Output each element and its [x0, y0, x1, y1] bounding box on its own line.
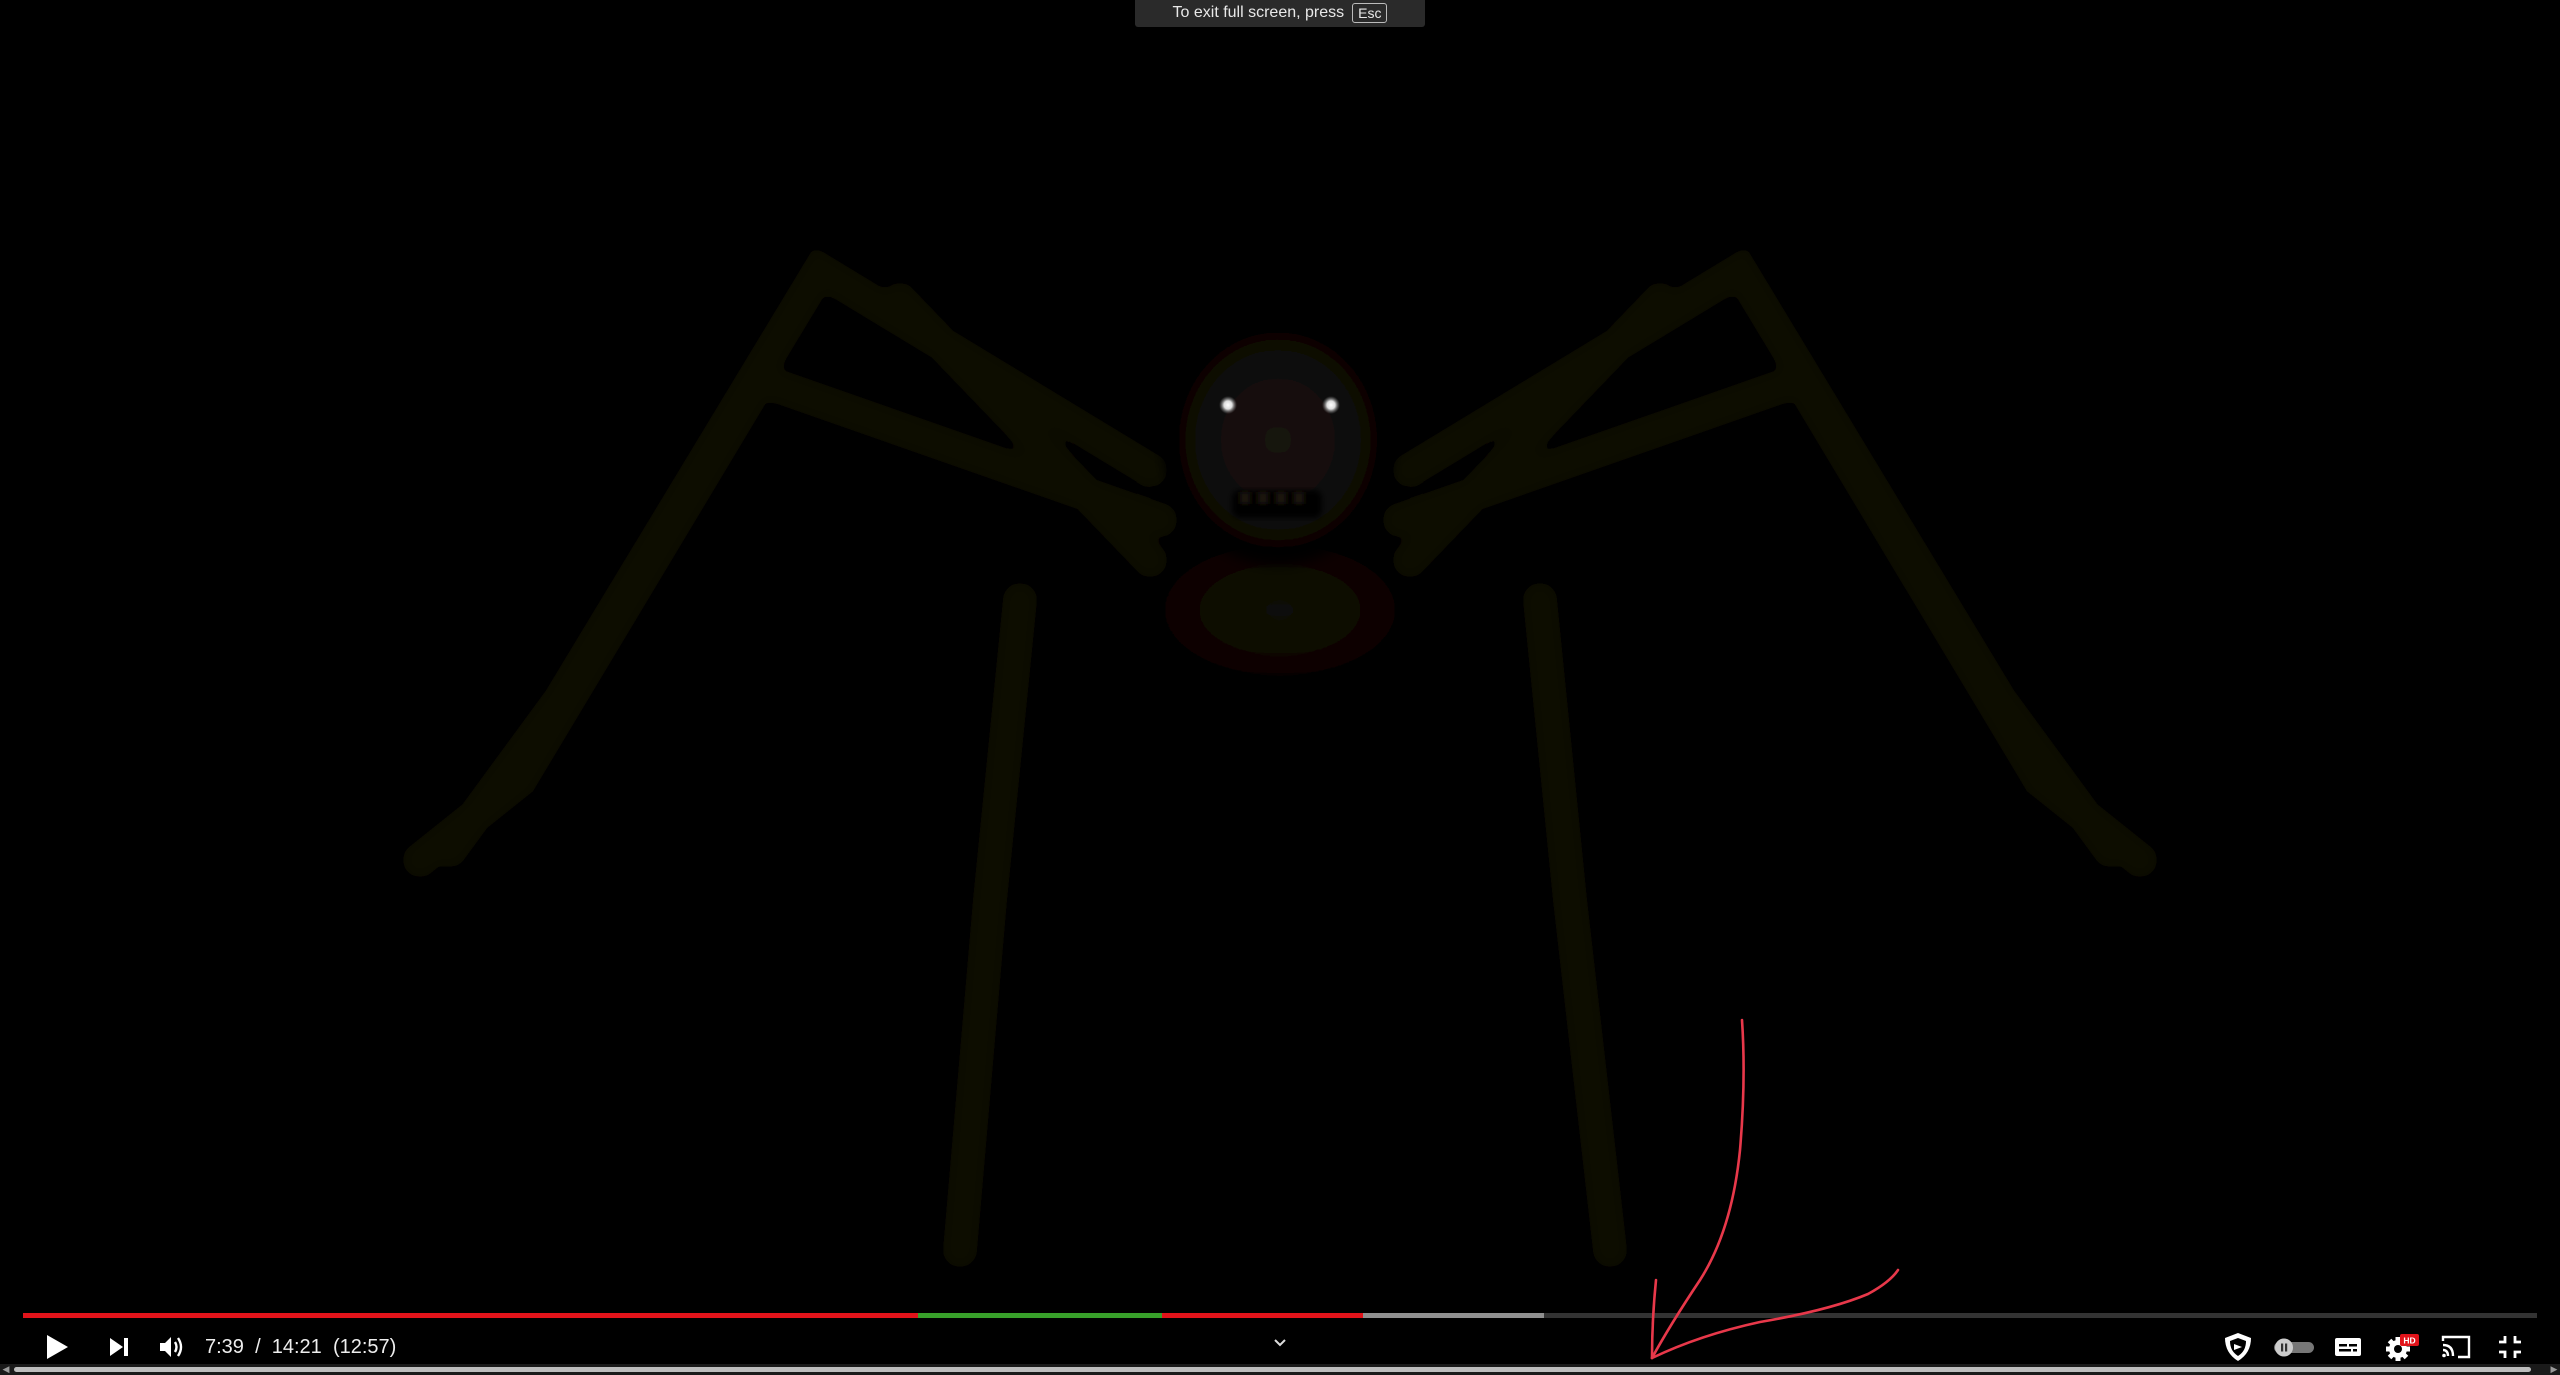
player-controls: 7:39 / 14:21 (12:57) HD	[0, 1325, 2560, 1369]
subtitles-button[interactable]	[2324, 1325, 2372, 1369]
video-player[interactable]: To exit full screen, press Esc 7:39 / 14…	[0, 0, 2560, 1375]
progress-segment	[23, 1313, 918, 1318]
progress-bar[interactable]	[23, 1313, 2537, 1318]
adjusted-duration: (12:57)	[332, 1336, 397, 1358]
fullscreen-notice-text: To exit full screen, press	[1172, 3, 1345, 21]
play-icon	[44, 1333, 70, 1361]
scroll-right-icon[interactable]: ▶	[2548, 1364, 2560, 1375]
autoplay-toggle[interactable]	[2266, 1325, 2322, 1369]
autoplay-toggle-icon	[2272, 1336, 2316, 1358]
video-frame[interactable]	[0, 0, 2560, 1375]
settings-button[interactable]: HD	[2378, 1325, 2426, 1369]
time-display: 7:39 / 14:21 (12:57)	[205, 1325, 396, 1369]
subtitles-icon	[2334, 1336, 2362, 1358]
shield-icon	[2222, 1331, 2254, 1363]
cast-icon	[2441, 1334, 2471, 1360]
duration: 14:21	[271, 1336, 322, 1358]
exit-fullscreen-icon	[2497, 1334, 2523, 1360]
play-button[interactable]	[33, 1325, 81, 1369]
chevron-down-icon	[1272, 1337, 1288, 1349]
chapter-chevron-button[interactable]	[1256, 1325, 1304, 1361]
volume-icon	[158, 1335, 186, 1359]
cast-button[interactable]	[2432, 1325, 2480, 1369]
horizontal-scrollbar[interactable]: ◀ ▶	[0, 1364, 2560, 1375]
progress-segment	[1162, 1313, 1363, 1318]
esc-key-badge: Esc	[1352, 2, 1388, 23]
settings-icon: HD	[2385, 1332, 2419, 1362]
current-time: 7:39	[205, 1336, 244, 1358]
fullscreen-exit-notice: To exit full screen, press Esc	[1135, 0, 1425, 27]
progress-segment	[918, 1313, 1162, 1318]
exit-fullscreen-button[interactable]	[2486, 1325, 2534, 1369]
video-content-image	[0, 0, 2560, 1375]
scrollbar-thumb[interactable]	[14, 1367, 2531, 1372]
scroll-left-icon[interactable]: ◀	[0, 1364, 12, 1375]
hd-badge: HD	[2403, 1336, 2415, 1346]
sponsorblock-button[interactable]	[2214, 1325, 2262, 1369]
next-icon	[107, 1336, 131, 1358]
time-separator: /	[255, 1336, 261, 1358]
next-button[interactable]	[95, 1325, 143, 1369]
mute-button[interactable]	[148, 1325, 196, 1369]
